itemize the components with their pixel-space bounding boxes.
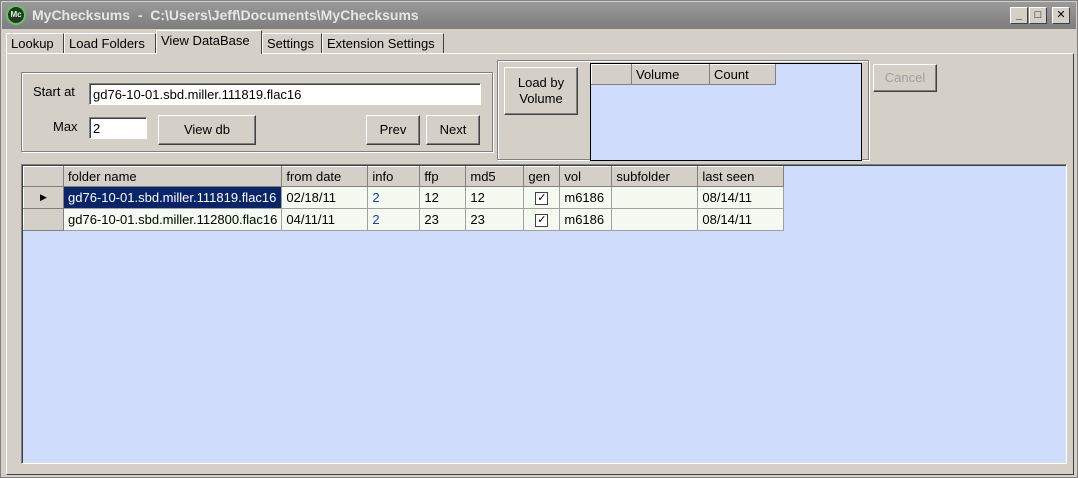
table-row[interactable]: ▶ gd76-10-01.sbd.miller.111819.flac16 02… bbox=[23, 186, 785, 209]
column-header-volume[interactable]: Volume bbox=[631, 64, 710, 85]
volume-grid[interactable]: Volume Count bbox=[590, 63, 862, 161]
load-by-volume-button[interactable]: Load by Volume bbox=[504, 67, 578, 115]
current-row-indicator-icon[interactable]: ▶ bbox=[23, 186, 64, 209]
cell-last-seen[interactable]: 08/14/11 bbox=[697, 208, 785, 231]
cell-from-date[interactable]: 04/11/11 bbox=[281, 208, 369, 231]
volume-table: Volume Count bbox=[591, 64, 776, 85]
query-group: Start at Max View db Prev Next bbox=[21, 72, 493, 152]
cell-from-date[interactable]: 02/18/11 bbox=[281, 186, 369, 209]
cell-md5[interactable]: 23 bbox=[465, 208, 525, 231]
volume-group: Load by Volume Volume Count bbox=[497, 60, 869, 161]
volume-corner-header bbox=[591, 64, 632, 85]
tab-view-database[interactable]: View DataBase bbox=[156, 30, 262, 54]
column-header-ffp[interactable]: ffp bbox=[419, 166, 467, 187]
tab-extension-settings[interactable]: Extension Settings bbox=[322, 33, 444, 53]
cell-subfolder[interactable] bbox=[611, 208, 699, 231]
cell-info[interactable]: 2 bbox=[367, 186, 421, 209]
column-header-subfolder[interactable]: subfolder bbox=[611, 166, 699, 187]
minimize-icon: _ bbox=[1015, 9, 1023, 21]
database-grid[interactable]: folder name from date info ffp md5 gen v… bbox=[21, 164, 1067, 464]
database-table: folder name from date info ffp md5 gen v… bbox=[23, 166, 785, 231]
cell-folder-name[interactable]: gd76-10-01.sbd.miller.111819.flac16 bbox=[62, 186, 283, 209]
prev-button[interactable]: Prev bbox=[366, 115, 420, 145]
grid-corner-header bbox=[23, 166, 64, 187]
tab-load-folders[interactable]: Load Folders bbox=[64, 33, 156, 53]
column-header-count[interactable]: Count bbox=[709, 64, 776, 85]
column-header-info[interactable]: info bbox=[367, 166, 421, 187]
maximize-button[interactable]: □ bbox=[1029, 7, 1047, 24]
cell-vol[interactable]: m6186 bbox=[559, 208, 613, 231]
max-input[interactable] bbox=[89, 117, 147, 139]
gen-checkbox[interactable]: ✓ bbox=[535, 214, 549, 228]
column-header-folder-name[interactable]: folder name bbox=[62, 166, 283, 187]
minimize-button[interactable]: _ bbox=[1010, 7, 1028, 24]
view-db-button[interactable]: View db bbox=[158, 115, 256, 145]
column-header-vol[interactable]: vol bbox=[559, 166, 613, 187]
cell-ffp[interactable]: 23 bbox=[419, 208, 467, 231]
column-header-gen[interactable]: gen bbox=[523, 166, 561, 187]
window-title: MyChecksums - C:\Users\Jeff\Documents\My… bbox=[32, 7, 419, 23]
tab-settings[interactable]: Settings bbox=[262, 33, 322, 53]
grid-header-row: folder name from date info ffp md5 gen v… bbox=[23, 166, 785, 187]
next-button[interactable]: Next bbox=[426, 115, 480, 145]
cell-vol[interactable]: m6186 bbox=[559, 186, 613, 209]
cell-last-seen[interactable]: 08/14/11 bbox=[697, 186, 785, 209]
cell-gen[interactable]: ✓ bbox=[523, 186, 561, 209]
maximize-icon: □ bbox=[1034, 9, 1042, 21]
column-header-md5[interactable]: md5 bbox=[465, 166, 525, 187]
cell-md5[interactable]: 12 bbox=[465, 186, 525, 209]
cell-gen[interactable]: ✓ bbox=[523, 208, 561, 231]
view-database-panel: Start at Max View db Prev Next Load by V… bbox=[6, 53, 1074, 475]
cell-subfolder[interactable] bbox=[611, 186, 699, 209]
volume-header-row: Volume Count bbox=[591, 64, 776, 85]
main-window: Mc MyChecksums - C:\Users\Jeff\Documents… bbox=[0, 0, 1078, 478]
close-button[interactable]: ✕ bbox=[1052, 7, 1070, 24]
cell-ffp[interactable]: 12 bbox=[419, 186, 467, 209]
tab-lookup[interactable]: Lookup bbox=[6, 33, 64, 53]
start-at-label: Start at bbox=[33, 84, 75, 99]
max-label: Max bbox=[53, 119, 78, 134]
table-row[interactable]: gd76-10-01.sbd.miller.112800.flac16 04/1… bbox=[23, 208, 785, 231]
column-header-last-seen[interactable]: last seen bbox=[697, 166, 785, 187]
cancel-button[interactable]: Cancel bbox=[873, 64, 937, 92]
start-at-input[interactable] bbox=[89, 83, 481, 105]
cell-info[interactable]: 2 bbox=[367, 208, 421, 231]
close-icon: ✕ bbox=[1056, 9, 1066, 21]
cell-folder-name[interactable]: gd76-10-01.sbd.miller.112800.flac16 bbox=[62, 208, 283, 231]
gen-checkbox[interactable]: ✓ bbox=[535, 192, 549, 206]
title-bar[interactable]: Mc MyChecksums - C:\Users\Jeff\Documents… bbox=[2, 2, 1076, 29]
app-icon[interactable]: Mc bbox=[6, 5, 26, 25]
row-header[interactable] bbox=[23, 208, 64, 231]
column-header-from-date[interactable]: from date bbox=[281, 166, 369, 187]
